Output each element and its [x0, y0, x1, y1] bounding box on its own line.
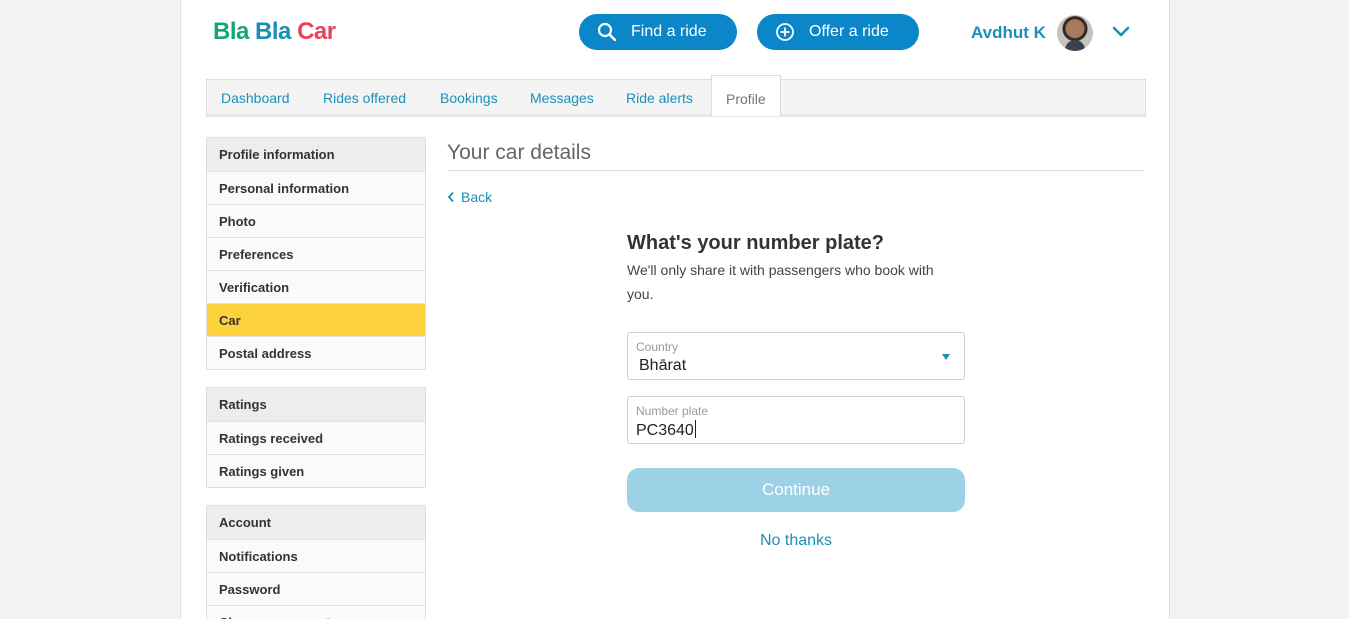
question-heading: What's your number plate?	[627, 232, 885, 254]
number-plate-value: PC3640	[636, 422, 694, 439]
user-name[interactable]: Avdhut K	[971, 23, 1046, 43]
tab-dashboard[interactable]: Dashboard	[221, 90, 290, 106]
sidebar-item-password[interactable]: Password	[207, 572, 425, 605]
no-thanks-link[interactable]: No thanks	[627, 532, 965, 550]
continue-button[interactable]: Continue	[627, 468, 965, 512]
sidebar-heading-profile: Profile information	[207, 138, 425, 171]
chevron-down-icon[interactable]	[1111, 22, 1131, 42]
tab-ride-alerts[interactable]: Ride alerts	[626, 90, 693, 106]
sidebar-item-notifications[interactable]: Notifications	[207, 539, 425, 572]
title-divider	[447, 170, 1145, 171]
tab-bar: Dashboard Rides offered Bookings Message…	[206, 75, 1146, 117]
number-plate-text: PC3640	[636, 420, 696, 440]
sidebar-heading-account: Account	[207, 506, 425, 539]
search-icon	[597, 22, 617, 42]
sidebar-heading-ratings: Ratings	[207, 388, 425, 421]
avatar[interactable]	[1057, 15, 1093, 51]
sidebar-account-group: Account Notifications Password Close my …	[206, 505, 426, 619]
find-ride-label: Find a ride	[631, 23, 707, 40]
sidebar-item-close-account[interactable]: Close my account	[207, 605, 425, 619]
tab-rides-offered[interactable]: Rides offered	[323, 90, 406, 106]
tab-profile[interactable]: Profile	[711, 75, 781, 116]
tab-messages[interactable]: Messages	[530, 90, 594, 106]
offer-ride-button[interactable]: Offer a ride	[757, 14, 919, 50]
sidebar-item-postal-address[interactable]: Postal address	[207, 336, 425, 369]
sidebar-item-ratings-received[interactable]: Ratings received	[207, 421, 425, 454]
country-select[interactable]: Country Bhārat	[627, 332, 965, 380]
back-label: Back	[461, 189, 493, 205]
offer-ride-label: Offer a ride	[809, 23, 889, 40]
sidebar-item-personal-information[interactable]: Personal information	[207, 171, 425, 204]
chevron-left-icon	[447, 191, 454, 203]
page-title: Your car details	[447, 141, 591, 164]
find-ride-button[interactable]: Find a ride	[579, 14, 737, 50]
number-plate-input[interactable]: Number plate PC3640	[627, 396, 965, 444]
country-label: Country	[636, 340, 679, 354]
sidebar-item-ratings-given[interactable]: Ratings given	[207, 454, 425, 487]
sidebar-item-preferences[interactable]: Preferences	[207, 237, 425, 270]
number-plate-label: Number plate	[636, 404, 709, 418]
back-link[interactable]: Back	[447, 189, 492, 205]
dropdown-arrow-icon	[942, 354, 950, 360]
logo-part-1: Bla	[213, 18, 249, 45]
sidebar-profile-group: Profile information Personal information…	[206, 137, 426, 370]
sidebar-item-verification[interactable]: Verification	[207, 270, 425, 303]
tab-bookings[interactable]: Bookings	[440, 90, 498, 106]
sidebar-item-car[interactable]: Car	[207, 303, 425, 336]
logo-part-2: Bla	[255, 18, 291, 45]
sidebar-ratings-group: Ratings Ratings received Ratings given	[206, 387, 426, 488]
plus-circle-icon	[775, 22, 795, 42]
sidebar-item-photo[interactable]: Photo	[207, 204, 425, 237]
page-container: Bla Bla Car Find a ride Offer a ride Avd…	[180, 0, 1170, 619]
question-subtitle: We'll only share it with passengers who …	[627, 262, 934, 302]
country-value: Bhārat	[639, 357, 687, 374]
text-caret	[694, 420, 696, 438]
blablacar-logo[interactable]: Bla Bla Car	[213, 18, 336, 46]
logo-part-3: Car	[297, 18, 336, 45]
